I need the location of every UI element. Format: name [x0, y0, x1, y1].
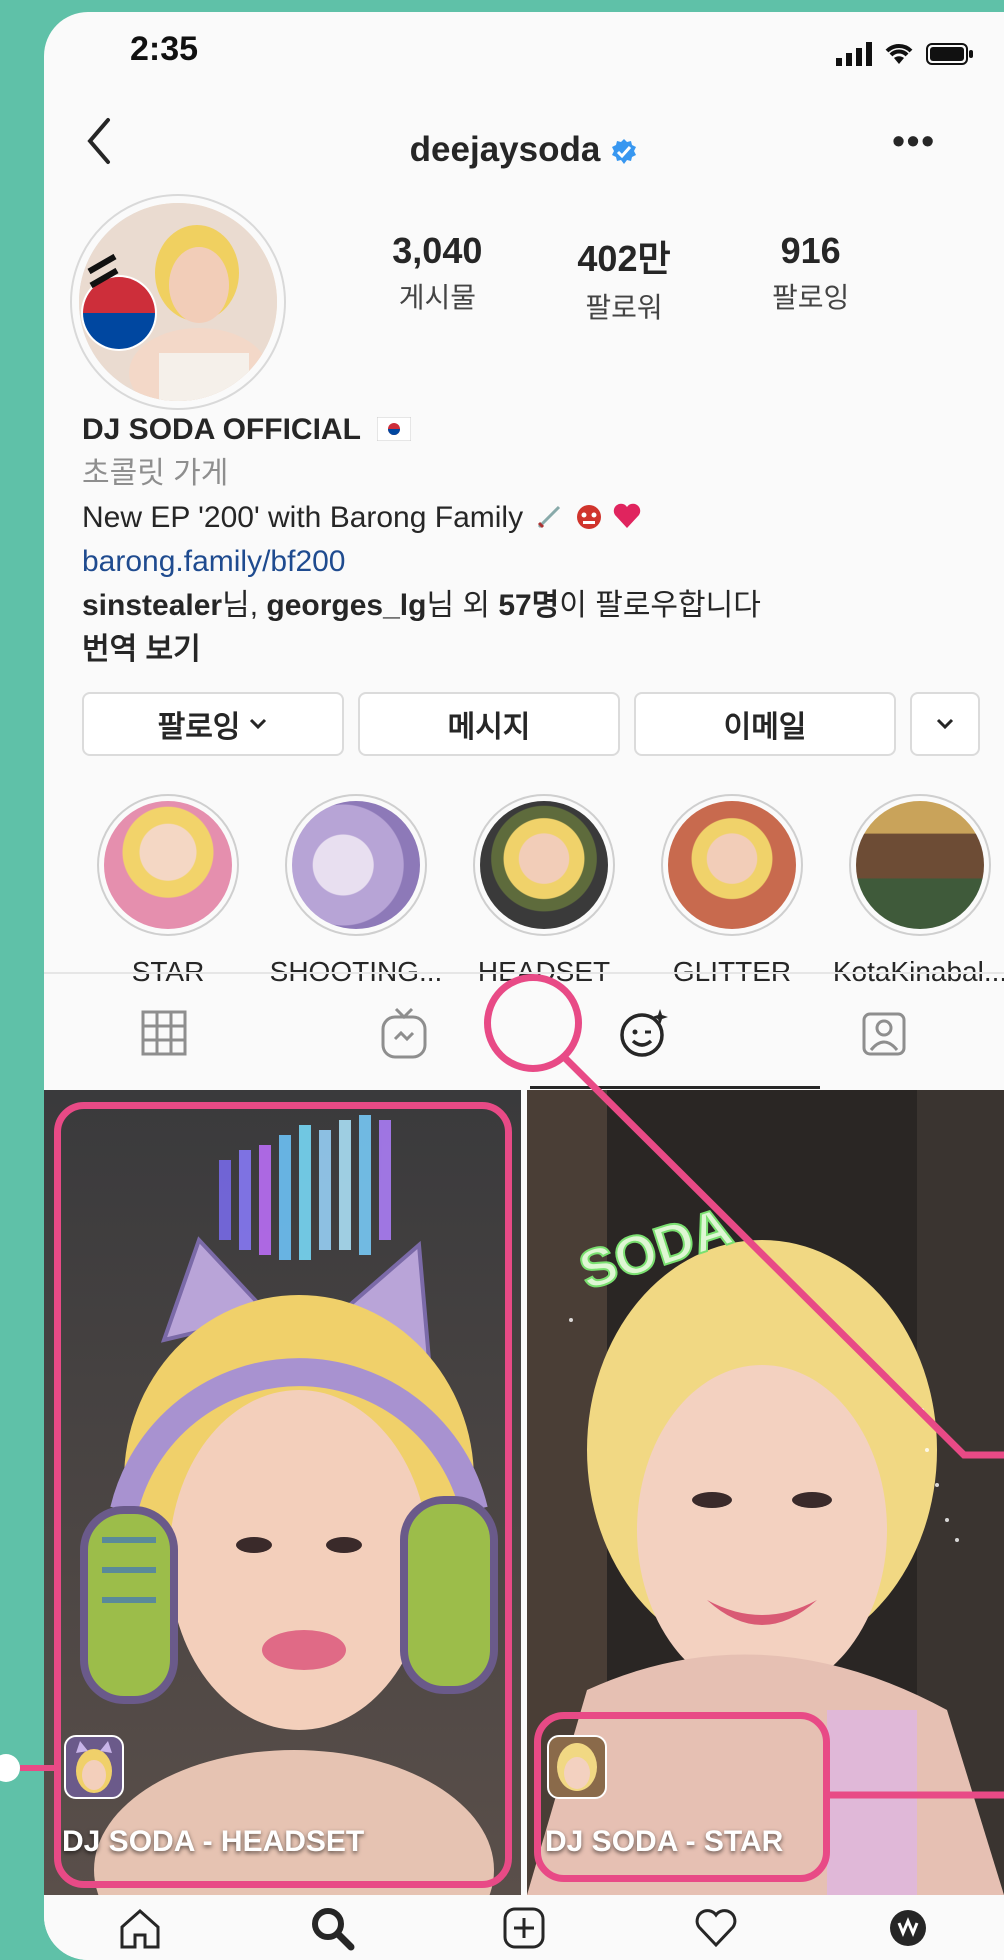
- callout-star-label: [534, 1712, 830, 1882]
- story-highlights: STAR SHOOTING... HEADSET GLITTER KotaKin…: [74, 794, 1004, 988]
- bio-line: New EP '200' with Barong Family: [82, 501, 524, 534]
- highlight-ring: [849, 794, 991, 936]
- message-button-label: 메시지: [447, 711, 531, 744]
- followed-by[interactable]: sinstealer님, georges_lg님 외 57명이 팔로우합니다: [82, 584, 962, 628]
- stat-label: 팔로잉: [772, 282, 850, 313]
- highlight-headset[interactable]: HEADSET: [450, 794, 638, 988]
- profile-stats: 3,040 게시물 402만 팔로워 916 팔로잉: [344, 230, 904, 326]
- highlight-cover: [292, 801, 420, 929]
- korea-flag-icon: [376, 416, 412, 442]
- chevron-down-icon: [936, 718, 954, 730]
- tab-grid[interactable]: [44, 974, 284, 1092]
- stat-value: 3,040: [392, 230, 483, 271]
- phone-screen: 2:35 deejaysoda ••• 3,040 게시물 402만 팔로워 9…: [44, 12, 1004, 1960]
- display-name: DJ SODA OFFICIAL: [82, 413, 361, 446]
- igtv-icon: [381, 1007, 427, 1059]
- callout-marker-left: [0, 1754, 56, 1782]
- translate-link[interactable]: 번역 보기: [82, 628, 962, 672]
- profile-actions: 팔로잉 메시지 이메일: [82, 692, 980, 756]
- tab-tagged[interactable]: [764, 974, 1004, 1092]
- effects-icon: [620, 1009, 668, 1057]
- stat-value: 402만: [577, 238, 671, 279]
- status-icons: [836, 42, 974, 66]
- email-button[interactable]: 이메일: [634, 692, 896, 756]
- following-button[interactable]: 팔로잉: [82, 692, 344, 756]
- heart-emoji-icon: [613, 503, 641, 528]
- followed-user-1: sinstealer: [82, 589, 223, 622]
- avatar-ring[interactable]: [70, 194, 286, 410]
- highlight-cover: [856, 801, 984, 929]
- profile-header: deejaysoda •••: [44, 102, 1004, 192]
- highlight-ring: [97, 794, 239, 936]
- followed-text: 이 팔로우합니다: [559, 589, 761, 622]
- highlight-cover: [104, 801, 232, 929]
- stat-posts[interactable]: 3,040 게시물: [344, 230, 531, 326]
- avatar: [79, 203, 277, 401]
- stat-value: 916: [780, 230, 841, 271]
- battery-icon: [926, 43, 973, 65]
- profile-category: 초콜릿 가게: [82, 457, 229, 490]
- highlight-glitter[interactable]: GLITTER: [638, 794, 826, 988]
- grid-icon: [141, 1010, 187, 1056]
- stat-label: 팔로워: [585, 292, 663, 323]
- heart-icon[interactable]: [693, 1905, 739, 1951]
- highlight-kotakinabalu[interactable]: KotaKinabal...: [826, 794, 1004, 988]
- active-tab-indicator: [530, 1086, 820, 1089]
- callout-headset-tile: [54, 1102, 512, 1888]
- ogre-icon: [576, 505, 601, 529]
- profile-icon[interactable]: [885, 1905, 931, 1951]
- followed-text: 님 외: [426, 589, 499, 622]
- followed-user-2: georges_lg: [266, 589, 427, 622]
- signal-icon: [836, 42, 872, 66]
- wifi-icon: [885, 44, 913, 64]
- more-icon[interactable]: •••: [892, 120, 936, 162]
- profile-bio: DJ SODA OFFICIAL 초콜릿 가게 New EP '200' wit…: [82, 408, 962, 672]
- username: deejaysoda: [409, 130, 601, 169]
- following-button-label: 팔로잉: [157, 711, 241, 744]
- stat-label: 게시물: [398, 282, 476, 313]
- stat-followers[interactable]: 402만 팔로워: [531, 230, 718, 326]
- highlight-star[interactable]: STAR: [74, 794, 262, 988]
- stat-following[interactable]: 916 팔로잉: [717, 230, 904, 326]
- email-button-label: 이메일: [723, 711, 807, 744]
- suggestions-button[interactable]: [910, 692, 980, 756]
- home-icon[interactable]: [117, 1905, 163, 1951]
- username-row: deejaysoda: [44, 130, 1004, 170]
- add-icon[interactable]: [501, 1905, 547, 1951]
- bottom-nav: [44, 1896, 1004, 1960]
- status-bar: 2:35: [44, 12, 1004, 92]
- highlight-shooting[interactable]: SHOOTING...: [262, 794, 450, 988]
- verified-icon: [612, 138, 637, 164]
- status-time: 2:35: [130, 30, 199, 68]
- highlight-ring: [661, 794, 803, 936]
- highlight-ring: [473, 794, 615, 936]
- bio-link[interactable]: barong.family/bf200: [82, 540, 962, 584]
- followed-text: 님,: [222, 589, 267, 622]
- sword-icon: [538, 505, 561, 529]
- followed-count: 57명: [498, 589, 560, 622]
- tagged-icon: [862, 1012, 906, 1056]
- highlight-cover: [480, 801, 608, 929]
- message-button[interactable]: 메시지: [358, 692, 620, 756]
- highlight-cover: [668, 801, 796, 929]
- chevron-down-icon: [250, 718, 267, 730]
- highlight-ring: [285, 794, 427, 936]
- callout-effects-tab: [484, 974, 582, 1072]
- search-icon[interactable]: [309, 1905, 355, 1951]
- avatar-image: [79, 203, 277, 401]
